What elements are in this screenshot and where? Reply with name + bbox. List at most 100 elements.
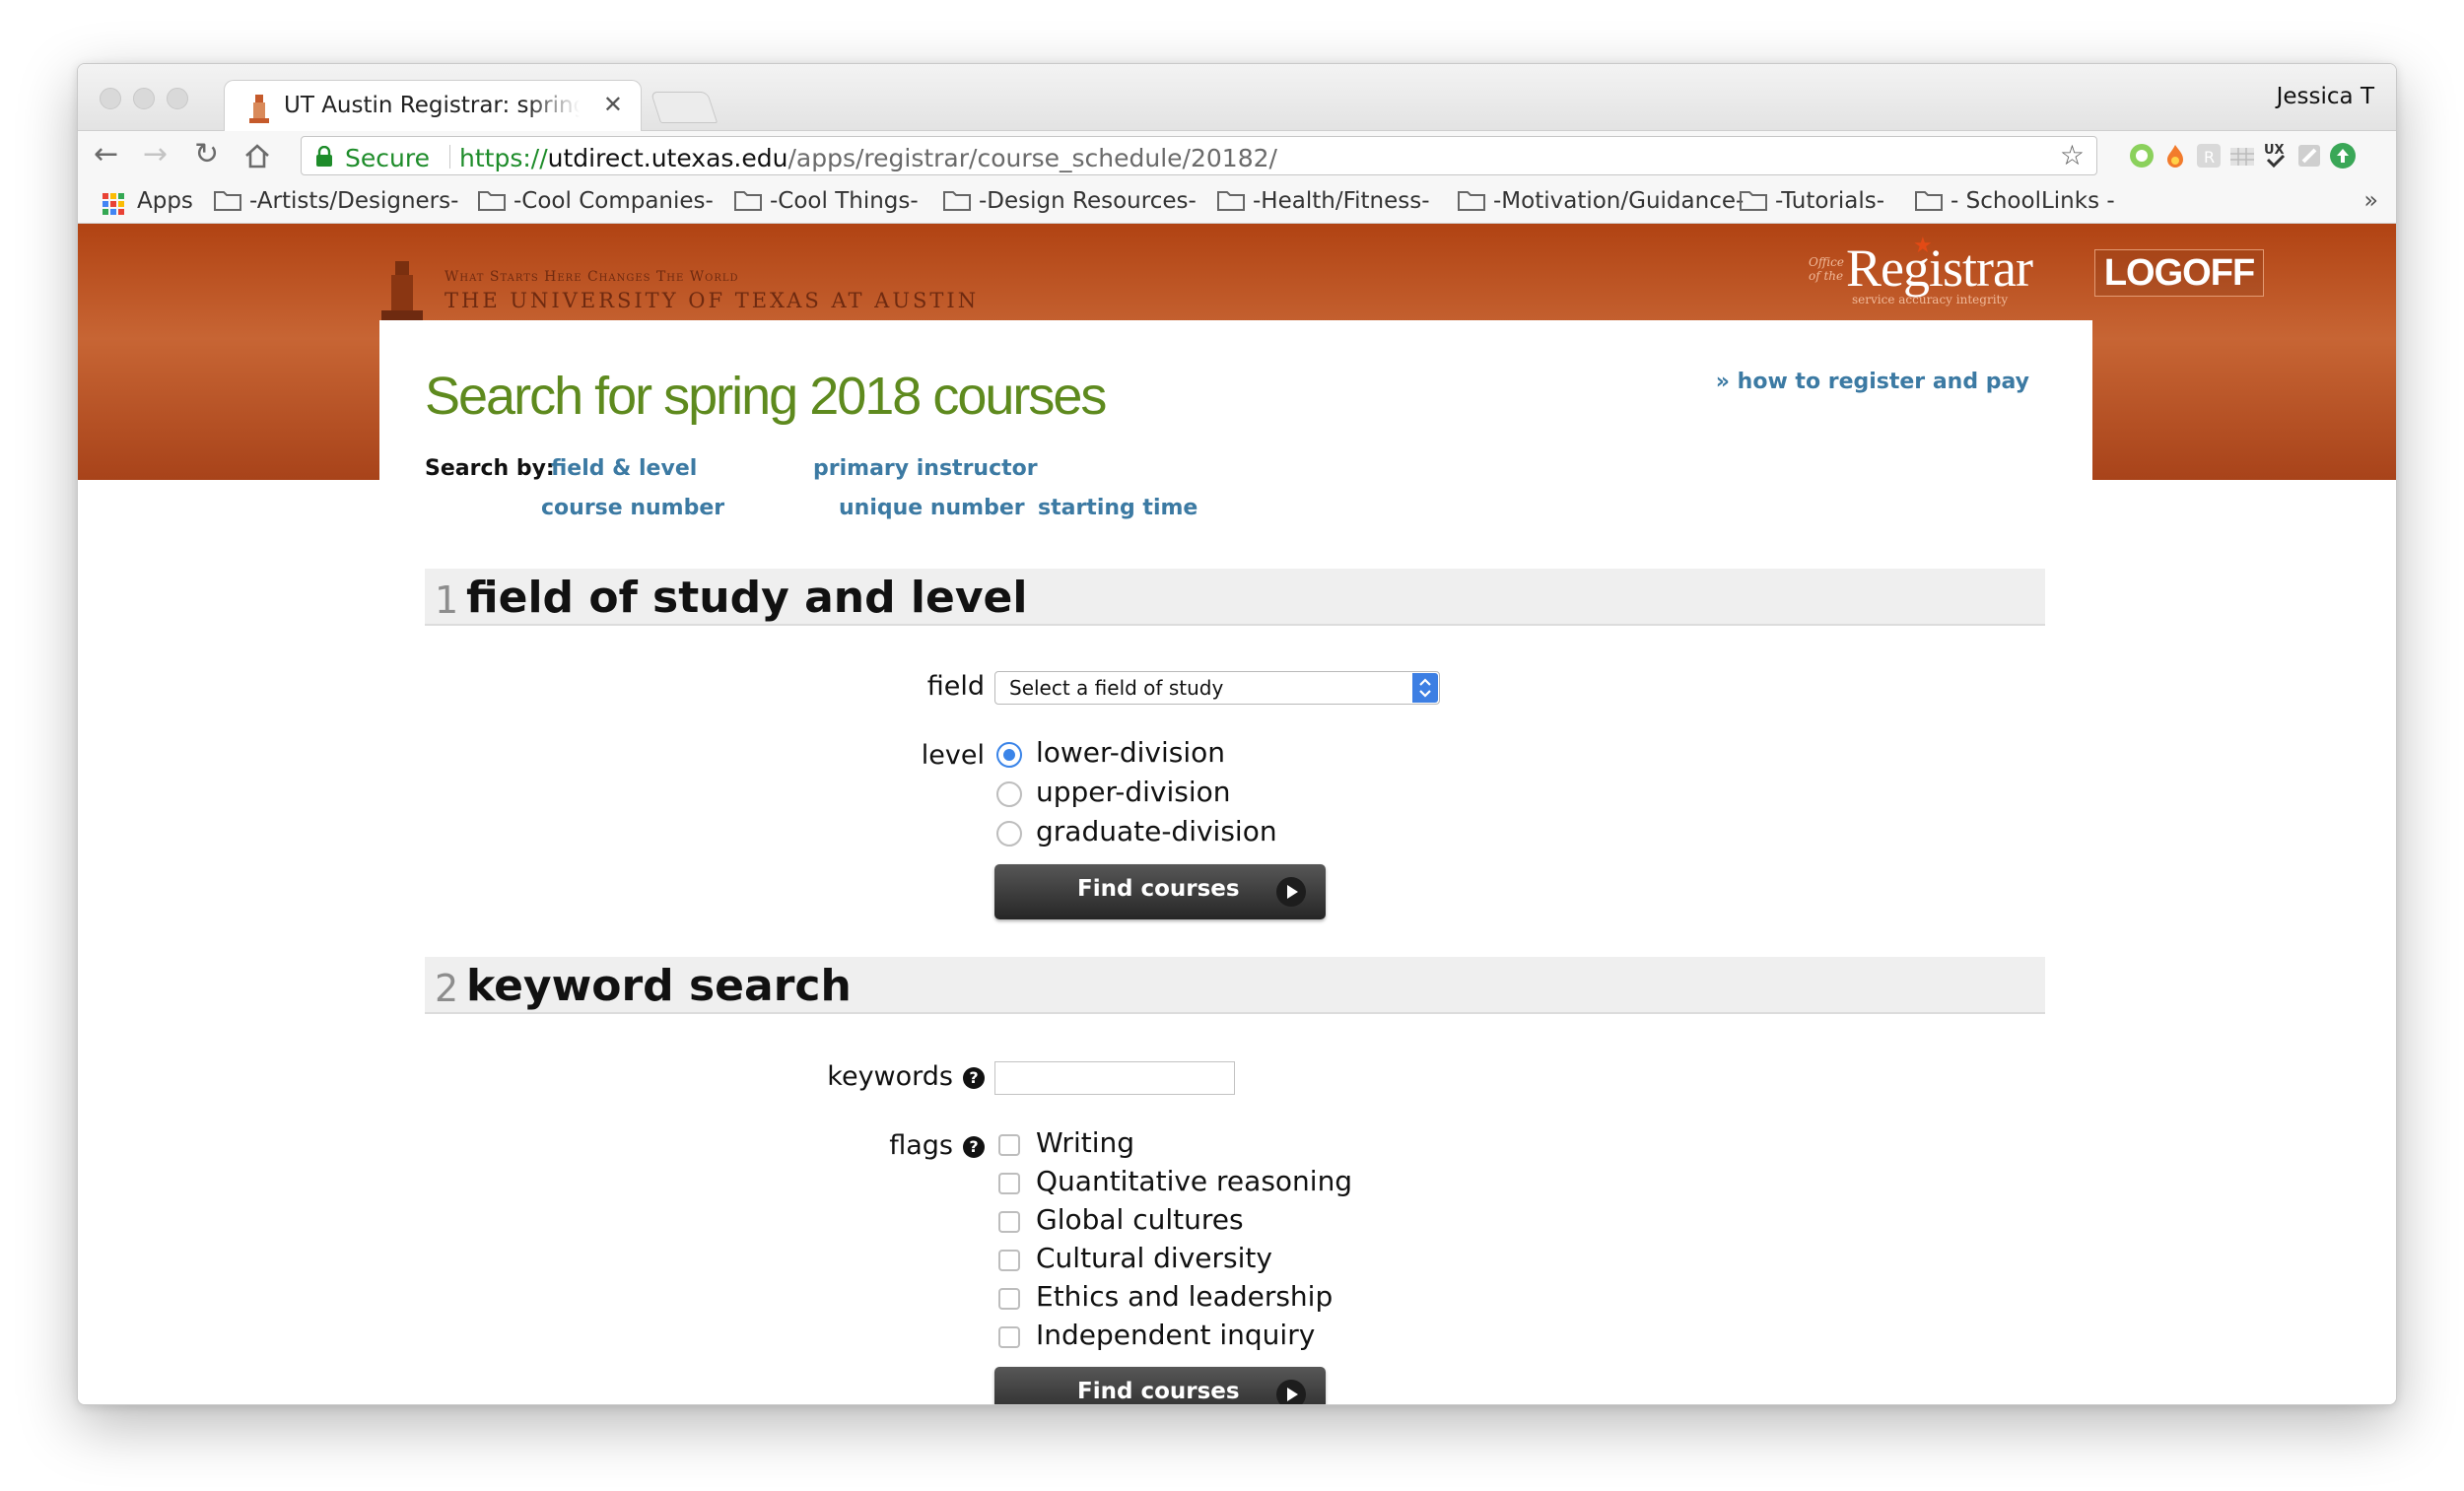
folder-icon (478, 191, 506, 211)
bookmark-folder[interactable]: -Motivation/Guidance- (1458, 188, 1744, 214)
option-graduate-division[interactable]: graduate-division (1036, 815, 1277, 847)
extension-upload-icon[interactable] (2329, 142, 2357, 169)
browser-window: UT Austin Registrar: spring 2018 courses… (77, 63, 2397, 1405)
folder-icon (734, 191, 762, 211)
main-content: Search for spring 2018 courses » how to … (379, 320, 2092, 1404)
option-lower-division[interactable]: lower-division (1036, 736, 1225, 769)
section-keyword-search-header: 2 keyword search (425, 957, 2045, 1014)
keywords-input[interactable] (994, 1061, 1235, 1095)
bookmark-folder[interactable]: -Health/Fitness- (1217, 188, 1430, 214)
field-of-study-select[interactable]: Select a field of study (994, 671, 1440, 705)
how-to-register-link[interactable]: » how to register and pay (1716, 370, 2029, 394)
folder-icon (1915, 191, 1943, 211)
flag-independent-inquiry[interactable]: Independent inquiry (1036, 1319, 1315, 1351)
url-text: https://utdirect.utexas.edu/apps/registr… (459, 144, 1277, 172)
ut-tower-icon (249, 95, 269, 123)
radio-graduate-division[interactable] (996, 821, 1022, 847)
ut-university-name: THE UNIVERSITY OF TEXAS AT AUSTIN (445, 289, 980, 312)
registrar-office-label: Office of the (1809, 255, 1844, 283)
search-by-label: Search by: (425, 456, 555, 481)
help-icon[interactable]: ? (963, 1136, 985, 1158)
flag-ethics-and-leadership[interactable]: Ethics and leadership (1036, 1280, 1333, 1313)
bookmark-folder[interactable]: -Cool Companies- (478, 188, 714, 214)
find-courses-keyword-button[interactable]: Find courses (994, 1367, 1326, 1404)
registrar-logo[interactable]: Registrar (1846, 237, 2033, 299)
extension-grid-icon[interactable] (2228, 142, 2256, 169)
star-icon: ★ (1913, 234, 1933, 258)
new-tab-button[interactable] (650, 92, 719, 123)
svg-text:R: R (2204, 148, 2215, 167)
web-page: What Starts Here Changes The World THE U… (78, 224, 2396, 1404)
svg-text:UX: UX (2264, 143, 2285, 158)
more-bookmarks-icon[interactable]: » (2363, 186, 2378, 214)
page-title: Search for spring 2018 courses (425, 367, 1107, 426)
zoom-window-button[interactable] (167, 88, 188, 109)
flag-writing[interactable]: Writing (1036, 1126, 1134, 1159)
extension-ux-check-icon[interactable]: UX (2262, 142, 2290, 169)
find-courses-button[interactable]: Find courses (994, 864, 1326, 919)
radio-upper-division[interactable] (996, 781, 1022, 807)
checkbox-ethics-leadership[interactable] (998, 1288, 1020, 1310)
secure-label: Secure (345, 144, 430, 172)
flag-cultural-diversity[interactable]: Cultural diversity (1036, 1242, 1272, 1274)
ut-tower-logo-icon (381, 261, 423, 320)
radio-lower-division[interactable] (996, 742, 1022, 768)
extension-r-icon[interactable]: R (2195, 142, 2223, 169)
extension-flame-icon[interactable] (2161, 142, 2189, 169)
flag-global-cultures[interactable]: Global cultures (1036, 1203, 1244, 1236)
bookmark-folder[interactable]: -Cool Things- (734, 188, 919, 214)
search-by-starting-time-link[interactable]: starting time (1038, 496, 1198, 520)
flag-quantitative-reasoning[interactable]: Quantitative reasoning (1036, 1165, 1352, 1197)
reload-icon[interactable]: ↻ (194, 135, 219, 174)
forward-arrow-icon[interactable]: → (143, 135, 168, 174)
play-arrow-icon (1276, 877, 1306, 907)
extension-note-icon[interactable] (2295, 142, 2323, 169)
folder-icon (943, 191, 971, 211)
section-number: 2 (435, 967, 459, 1010)
registrar-tagline: service accuracy integrity (1852, 293, 2009, 306)
profile-name[interactable]: Jessica T (2277, 84, 2374, 109)
find-courses-label: Find courses (1077, 876, 1240, 902)
close-tab-icon[interactable]: ✕ (603, 91, 623, 118)
folder-icon (1458, 191, 1485, 211)
back-arrow-icon[interactable]: ← (94, 135, 118, 174)
bookmark-apps[interactable]: Apps (137, 188, 193, 214)
folder-icon (214, 191, 241, 211)
search-by-instructor-link[interactable]: primary instructor (813, 456, 1038, 481)
bookmark-folder[interactable]: - SchoolLinks - (1915, 188, 2115, 214)
checkbox-writing[interactable] (998, 1134, 1020, 1156)
help-icon[interactable]: ? (963, 1067, 985, 1089)
bookmark-star-icon[interactable]: ☆ (2060, 139, 2085, 171)
home-icon[interactable] (243, 143, 271, 169)
checkbox-global-cultures[interactable] (998, 1211, 1020, 1233)
logoff-button[interactable]: LOGOFF (2094, 249, 2264, 297)
level-label: level (921, 740, 985, 771)
extension-green-icon[interactable] (2128, 142, 2156, 169)
tab-title: UT Austin Registrar: spring 2018 courses (284, 93, 580, 118)
section-title: keyword search (466, 961, 852, 1011)
search-by-unique-number-link[interactable]: unique number (839, 496, 1025, 520)
search-by-field-level-link[interactable]: field & level (551, 456, 697, 481)
keywords-label: keywords? (827, 1061, 985, 1092)
flags-label: flags? (889, 1130, 985, 1161)
bookmarks-bar: Apps -Artists/Designers- -Cool Companies… (78, 180, 2396, 224)
search-by-course-number-link[interactable]: course number (541, 496, 724, 520)
checkbox-independent-inquiry[interactable] (998, 1326, 1020, 1348)
minimize-window-button[interactable] (133, 88, 155, 109)
tab-active[interactable]: UT Austin Registrar: spring 2018 courses… (224, 80, 642, 132)
find-courses-label: Find courses (1077, 1379, 1240, 1404)
bookmark-folder[interactable]: -Design Resources- (943, 188, 1197, 214)
field-label: field (926, 671, 985, 702)
close-window-button[interactable] (100, 88, 121, 109)
bookmark-folder[interactable]: -Tutorials- (1740, 188, 1884, 214)
checkbox-quantitative[interactable] (998, 1173, 1020, 1194)
field-select-value: Select a field of study (1009, 676, 1224, 700)
address-bar[interactable]: Secure https://utdirect.utexas.edu/apps/… (301, 136, 2097, 175)
section-number: 1 (435, 578, 459, 622)
section-field-of-study-header: 1 field of study and level (425, 569, 2045, 626)
checkbox-cultural-diversity[interactable] (998, 1250, 1020, 1271)
lock-icon (316, 146, 332, 167)
apps-grid-icon[interactable] (102, 192, 125, 216)
bookmark-folder[interactable]: -Artists/Designers- (214, 188, 458, 214)
option-upper-division[interactable]: upper-division (1036, 776, 1231, 808)
